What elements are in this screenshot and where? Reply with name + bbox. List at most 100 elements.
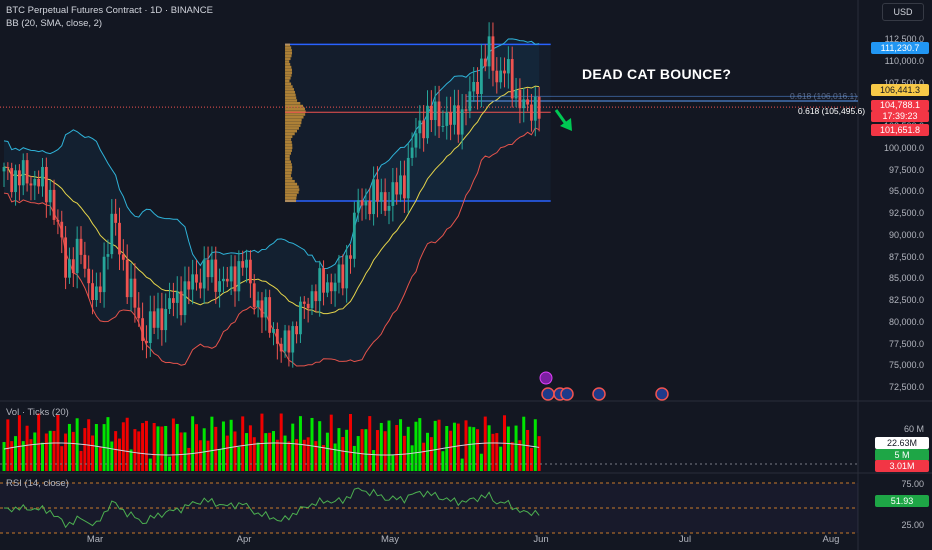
- candle-body: [322, 268, 325, 293]
- candle-body: [287, 330, 291, 353]
- volume-label[interactable]: Vol · Ticks (20): [6, 407, 69, 418]
- candle-body: [225, 278, 229, 282]
- volume-profile-bar: [285, 68, 292, 72]
- volume-profile-bar: [285, 49, 292, 52]
- candle-body: [102, 256, 106, 293]
- candle-body: [283, 330, 287, 352]
- volume-profile-bar: [285, 138, 292, 141]
- candle-body: [233, 266, 237, 292]
- candle-body: [456, 105, 460, 135]
- time-tick-aug: Aug: [822, 534, 840, 545]
- candle-body: [172, 298, 175, 303]
- candle-body: [125, 259, 129, 298]
- dead-cat-bounce-annotation[interactable]: DEAD CAT BOUNCE?: [582, 66, 731, 82]
- volume-bar: [17, 415, 21, 471]
- volume-bar: [125, 417, 129, 471]
- candle-body: [433, 101, 437, 121]
- volume-profile-bar: [285, 88, 294, 91]
- volume-profile-bar: [285, 149, 292, 152]
- time-tick-jul: Jul: [678, 534, 692, 545]
- volume-bar: [6, 419, 10, 471]
- volume-bar: [106, 417, 110, 471]
- candle-body: [2, 167, 6, 172]
- candle-body: [414, 133, 418, 148]
- candle-body: [14, 170, 17, 193]
- candle-body: [337, 264, 341, 283]
- down-arrow-shaft: [554, 109, 568, 125]
- volume-bar: [133, 429, 137, 471]
- rsi-label[interactable]: RSI (14, close): [6, 478, 69, 489]
- volume-bar: [464, 420, 468, 471]
- volume-bar: [218, 449, 222, 471]
- volume-bar: [533, 419, 537, 471]
- candle-body: [98, 286, 102, 293]
- candle-body: [468, 91, 472, 111]
- volume-bar: [48, 430, 52, 471]
- chart-canvas[interactable]: [0, 0, 932, 550]
- volume-bar: [456, 423, 460, 471]
- candle-body: [60, 221, 64, 238]
- volume-bar: [187, 447, 191, 471]
- candle-body: [56, 219, 60, 222]
- volume-profile-bar: [285, 115, 304, 119]
- volume-profile-bar: [285, 82, 292, 86]
- price-tick: 92,500.0: [888, 208, 924, 218]
- volume-profile-bar: [285, 121, 302, 125]
- candle-body: [218, 281, 221, 292]
- volume-profile-bar: [285, 118, 302, 122]
- volume-bar: [2, 442, 6, 471]
- fib-618-label-faint: 0.618 (106,016.1): [790, 91, 858, 101]
- candle-body: [352, 212, 356, 259]
- volume-bar: [526, 429, 530, 471]
- symbol-title[interactable]: BTC Perpetual Futures Contract · 1D · BI…: [6, 5, 213, 16]
- candle-body: [202, 260, 206, 289]
- currency-button[interactable]: USD: [882, 3, 924, 21]
- volume-bar: [29, 439, 33, 471]
- candle-body: [537, 96, 541, 119]
- candle-body: [195, 274, 198, 283]
- candle-body: [410, 147, 414, 158]
- candle-body: [295, 326, 298, 335]
- candle-body: [449, 112, 452, 125]
- volume-bar: [264, 433, 268, 471]
- bb-indicator-label[interactable]: BB (20, SMA, close, 2): [6, 18, 102, 29]
- volume-red-badge: 3.01M: [875, 460, 929, 472]
- volume-bar: [179, 432, 183, 471]
- volume-profile-bar: [285, 196, 297, 200]
- volume-bar: [483, 416, 487, 471]
- volume-bar: [129, 449, 133, 471]
- candle-body: [310, 291, 314, 309]
- volume-profile-bar: [285, 90, 295, 94]
- candle-body: [364, 200, 368, 206]
- candle-body: [453, 105, 456, 125]
- volume-profile-bar: [285, 107, 305, 111]
- candle-body: [6, 167, 10, 169]
- volume-bar: [198, 440, 202, 471]
- volume-profile-bar: [285, 177, 293, 180]
- rsi-tick-75: 75.00: [901, 479, 924, 489]
- candle-body: [399, 175, 402, 195]
- volume-bar: [91, 435, 95, 471]
- volume-bar: [314, 441, 318, 471]
- candle-body: [441, 125, 445, 127]
- candle-body: [21, 160, 25, 186]
- candle-body: [530, 104, 533, 121]
- volume-bar: [341, 436, 345, 471]
- volume-bar: [75, 418, 79, 471]
- candle-body: [460, 109, 464, 135]
- volume-profile-bar: [285, 127, 299, 130]
- time-tick-jun: Jun: [533, 534, 549, 545]
- candle-body: [25, 160, 29, 184]
- volume-profile-bar: [285, 76, 291, 80]
- candle-body: [349, 255, 352, 259]
- candle-body: [95, 286, 98, 301]
- volume-bar: [241, 416, 245, 471]
- volume-profile-bar: [285, 54, 292, 58]
- volume-bar: [287, 441, 291, 471]
- volume-bar: [245, 433, 249, 471]
- volume-bar: [14, 436, 18, 471]
- volume-profile-bar: [285, 160, 291, 164]
- volume-profile-bar: [285, 85, 293, 88]
- event-marker-lightning: [539, 371, 553, 385]
- candle-body: [79, 238, 83, 255]
